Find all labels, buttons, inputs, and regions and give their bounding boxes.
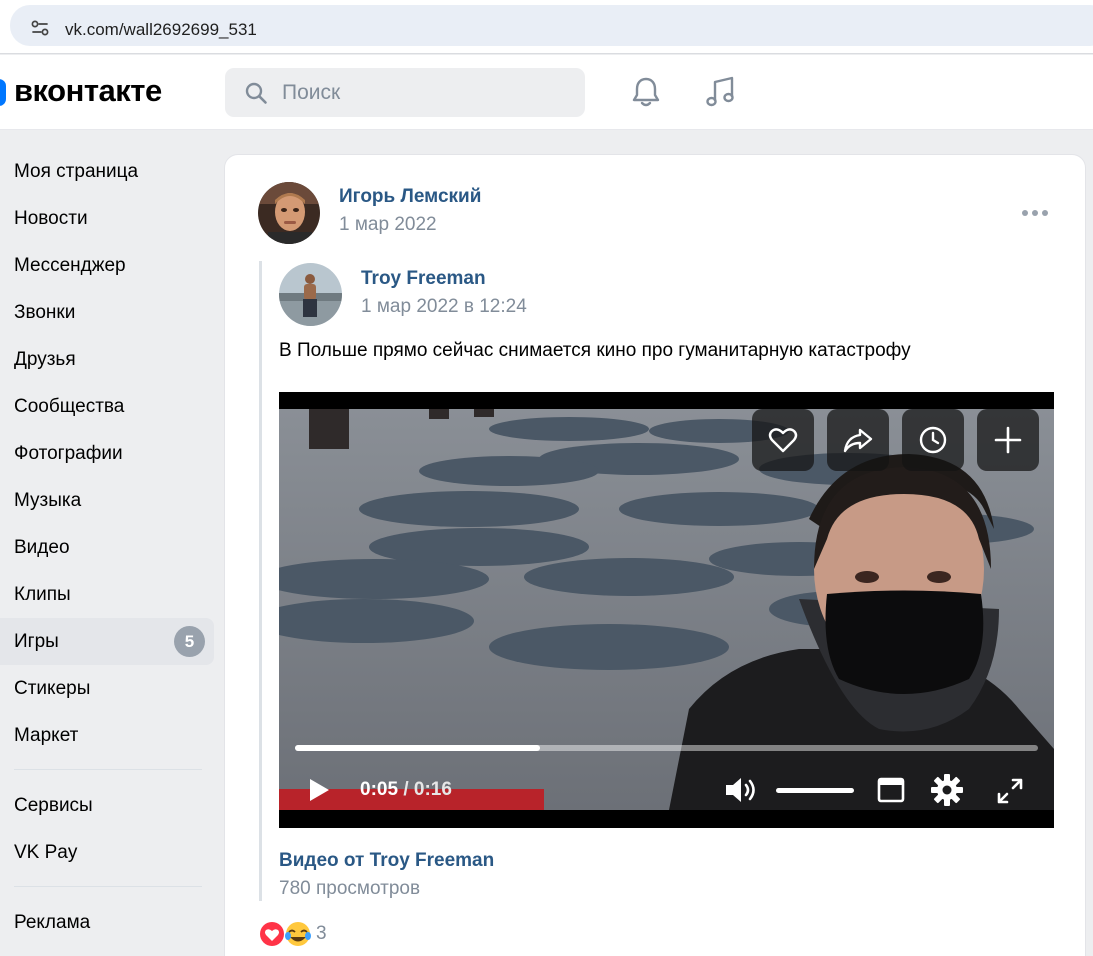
notifications-bell-icon[interactable]	[628, 74, 664, 110]
video-time: 0:05 / 0:16	[360, 779, 452, 801]
sidebar-item-clips[interactable]: Клипы	[0, 571, 214, 618]
repost-indicator-line	[259, 261, 262, 901]
sidebar-item-vk-pay[interactable]: VK Pay	[0, 829, 214, 876]
address-url[interactable]: vk.com/wall2692699_531	[65, 20, 257, 40]
reactions-button[interactable]	[258, 920, 312, 948]
sidebar-item-ads[interactable]: Реклама	[0, 899, 214, 946]
sidebar-item-messenger[interactable]: Мессенджер	[0, 242, 214, 289]
share-video-button[interactable]	[827, 409, 889, 471]
repost-author-avatar[interactable]	[279, 263, 342, 326]
vk-logo-text[interactable]: вконтакте	[14, 73, 162, 109]
sidebar-divider	[14, 769, 202, 770]
sidebar-item-video[interactable]: Видео	[0, 524, 214, 571]
reactions-count: 3	[316, 923, 327, 944]
video-current-time: 0:05	[360, 779, 399, 800]
sidebar-item-stickers[interactable]: Стикеры	[0, 665, 214, 712]
repost-author-name[interactable]: Troy Freeman	[361, 268, 486, 290]
video-time-separator: /	[403, 779, 409, 800]
gear-icon[interactable]	[930, 773, 964, 807]
author-avatar[interactable]	[258, 182, 320, 244]
sidebar-item-calls[interactable]: Звонки	[0, 289, 214, 336]
search-input[interactable]: Поиск	[225, 68, 585, 117]
site-info-icon[interactable]	[30, 18, 50, 38]
address-bar[interactable]: vk.com/wall2692699_531	[10, 5, 1093, 46]
sidebar-item-music[interactable]: Музыка	[0, 477, 214, 524]
sidebar-item-games[interactable]: Игры 5	[0, 618, 214, 665]
repost-date[interactable]: 1 мар 2022 в 12:24	[361, 296, 527, 318]
video-progress-fill	[295, 745, 541, 751]
video-progress-bar[interactable]	[295, 745, 1038, 751]
fullscreen-icon[interactable]	[995, 776, 1025, 806]
more-options-icon[interactable]	[1021, 209, 1049, 217]
sidebar-item-communities[interactable]: Сообщества	[0, 383, 214, 430]
video-title[interactable]: Видео от Troy Freeman	[279, 850, 494, 872]
video-total-time: 0:16	[413, 779, 452, 800]
plus-icon	[994, 426, 1022, 454]
play-icon[interactable]	[307, 777, 331, 803]
sidebar-divider	[14, 886, 202, 887]
sidebar-item-my-page[interactable]: Моя страница	[0, 148, 214, 195]
post-date[interactable]: 1 мар 2022	[339, 214, 437, 236]
sidebar-item-news[interactable]: Новости	[0, 195, 214, 242]
vk-header: вконтакте Поиск	[0, 55, 1093, 130]
clock-icon	[919, 426, 947, 454]
watch-later-button[interactable]	[902, 409, 964, 471]
browser-toolbar: vk.com/wall2692699_531	[0, 0, 1093, 54]
search-placeholder: Поиск	[282, 81, 341, 104]
share-icon	[843, 428, 873, 453]
mini-player-icon[interactable]	[877, 776, 905, 804]
video-player[interactable]: 0:05 / 0:16	[279, 392, 1054, 828]
post-text: В Польше прямо сейчас снимается кино про…	[279, 340, 911, 361]
search-icon	[245, 82, 267, 104]
left-sidebar: Моя страница Новости Мессенджер Звонки Д…	[0, 148, 214, 946]
vk-logo-icon[interactable]	[0, 79, 6, 106]
sidebar-item-friends[interactable]: Друзья	[0, 336, 214, 383]
music-note-icon[interactable]	[702, 74, 738, 110]
sidebar-item-services[interactable]: Сервисы	[0, 782, 214, 829]
sidebar-item-photos[interactable]: Фотографии	[0, 430, 214, 477]
volume-icon[interactable]	[723, 775, 759, 805]
games-count-badge: 5	[174, 626, 205, 657]
like-video-button[interactable]	[752, 409, 814, 471]
add-video-button[interactable]	[977, 409, 1039, 471]
volume-slider[interactable]	[776, 788, 854, 793]
post-card: Игорь Лемский 1 мар 2022 Troy Freeman 1 …	[224, 154, 1086, 956]
video-views: 780 просмотров	[279, 878, 421, 899]
heart-icon	[768, 428, 798, 453]
sidebar-item-market[interactable]: Маркет	[0, 712, 214, 759]
post-author-name[interactable]: Игорь Лемский	[339, 186, 481, 208]
